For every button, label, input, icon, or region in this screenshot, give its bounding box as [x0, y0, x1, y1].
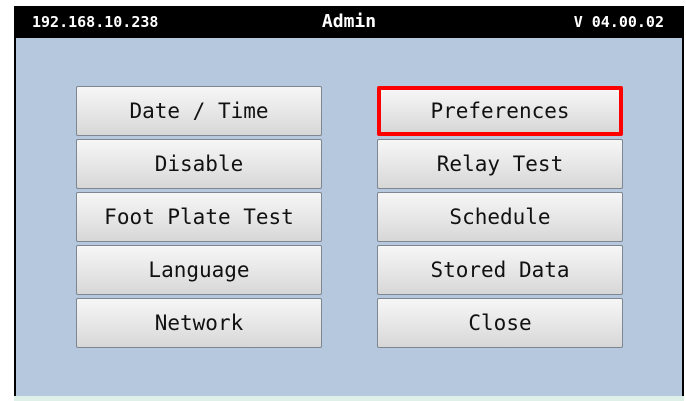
title-bar: 192.168.10.238 Admin V 04.00.02: [14, 6, 684, 38]
schedule-button[interactable]: Schedule: [377, 192, 623, 242]
close-button[interactable]: Close: [377, 298, 623, 348]
relay-test-button[interactable]: Relay Test: [377, 139, 623, 189]
preferences-button[interactable]: Preferences: [377, 86, 623, 136]
version-label: V 04.00.02: [573, 13, 664, 31]
date-time-button[interactable]: Date / Time: [76, 86, 322, 136]
foot-plate-test-button[interactable]: Foot Plate Test: [76, 192, 322, 242]
admin-window: 192.168.10.238 Admin V 04.00.02 Date / T…: [0, 0, 686, 401]
bottom-strip: [14, 396, 684, 401]
disable-button[interactable]: Disable: [76, 139, 322, 189]
network-button[interactable]: Network: [76, 298, 322, 348]
language-button[interactable]: Language: [76, 245, 322, 295]
stored-data-button[interactable]: Stored Data: [377, 245, 623, 295]
